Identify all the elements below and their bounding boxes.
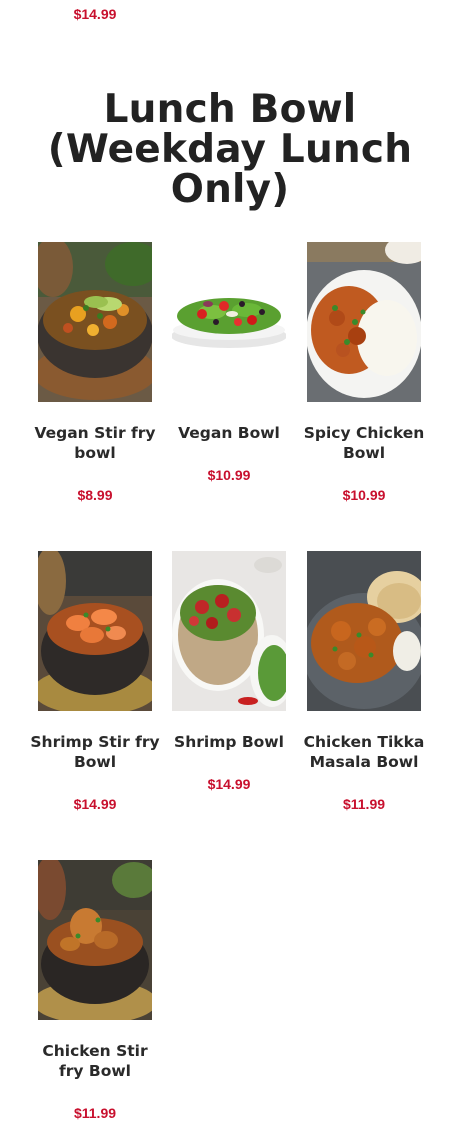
- menu-item-name[interactable]: Vegan Stir fry bowl: [30, 424, 160, 463]
- menu-item-price: $14.99: [207, 776, 251, 792]
- menu-item-price: $11.99: [342, 796, 386, 812]
- menu-item-vegan-stir-fry-bowl[interactable]: Vegan Stir fry bowl $8.99: [34, 242, 156, 503]
- shrimp-grain-bowl-photo[interactable]: [172, 551, 286, 711]
- spicy-chicken-rice-bowl-photo[interactable]: [307, 242, 421, 402]
- chicken-tikka-masala-photo[interactable]: [307, 551, 421, 711]
- menu-item-price: $10.99: [342, 487, 386, 503]
- shrimp-stir-fry-bowl-photo[interactable]: [38, 551, 152, 711]
- section-title: Lunch Bowl (Weekday Lunch Only): [47, 87, 413, 212]
- menu-item-name[interactable]: Vegan Bowl: [164, 424, 294, 444]
- menu-item-price: $8.99: [77, 487, 113, 503]
- menu-item-name[interactable]: Chicken Tikka Masala Bowl: [299, 733, 429, 772]
- menu-item-price: $14.99: [73, 796, 117, 812]
- menu-item-price: $10.99: [207, 467, 251, 483]
- item-price: $14.99: [73, 6, 117, 22]
- menu-item-shrimp-stir-fry-bowl[interactable]: Shrimp Stir fry Bowl $14.99: [30, 551, 160, 812]
- menu-item-spicy-chicken-bowl[interactable]: Spicy Chicken Bowl $10.99: [304, 242, 424, 503]
- menu-item-vegan-bowl[interactable]: Vegan Bowl $10.99: [172, 242, 286, 483]
- menu-item-chicken-stir-fry-bowl[interactable]: Chicken Stir fry Bowl $11.99: [38, 860, 152, 1121]
- chicken-stir-fry-bowl-photo[interactable]: [38, 860, 152, 1020]
- menu-item-name[interactable]: Spicy Chicken Bowl: [299, 424, 429, 463]
- menu-item-name[interactable]: Chicken Stir fry Bowl: [30, 1042, 160, 1081]
- menu-item-price: $11.99: [73, 1105, 117, 1121]
- menu-item-name[interactable]: Shrimp Bowl: [164, 733, 294, 753]
- menu-item-shrimp-bowl[interactable]: Shrimp Bowl $14.99: [172, 551, 286, 792]
- vegan-stir-fry-bowl-photo[interactable]: [38, 242, 152, 402]
- menu-item-name[interactable]: Shrimp Stir fry Bowl: [30, 733, 160, 772]
- menu-item-chicken-tikka-masala-bowl[interactable]: Chicken Tikka Masala Bowl $11.99: [304, 551, 424, 812]
- vegan-salad-bowl-photo[interactable]: [172, 242, 286, 402]
